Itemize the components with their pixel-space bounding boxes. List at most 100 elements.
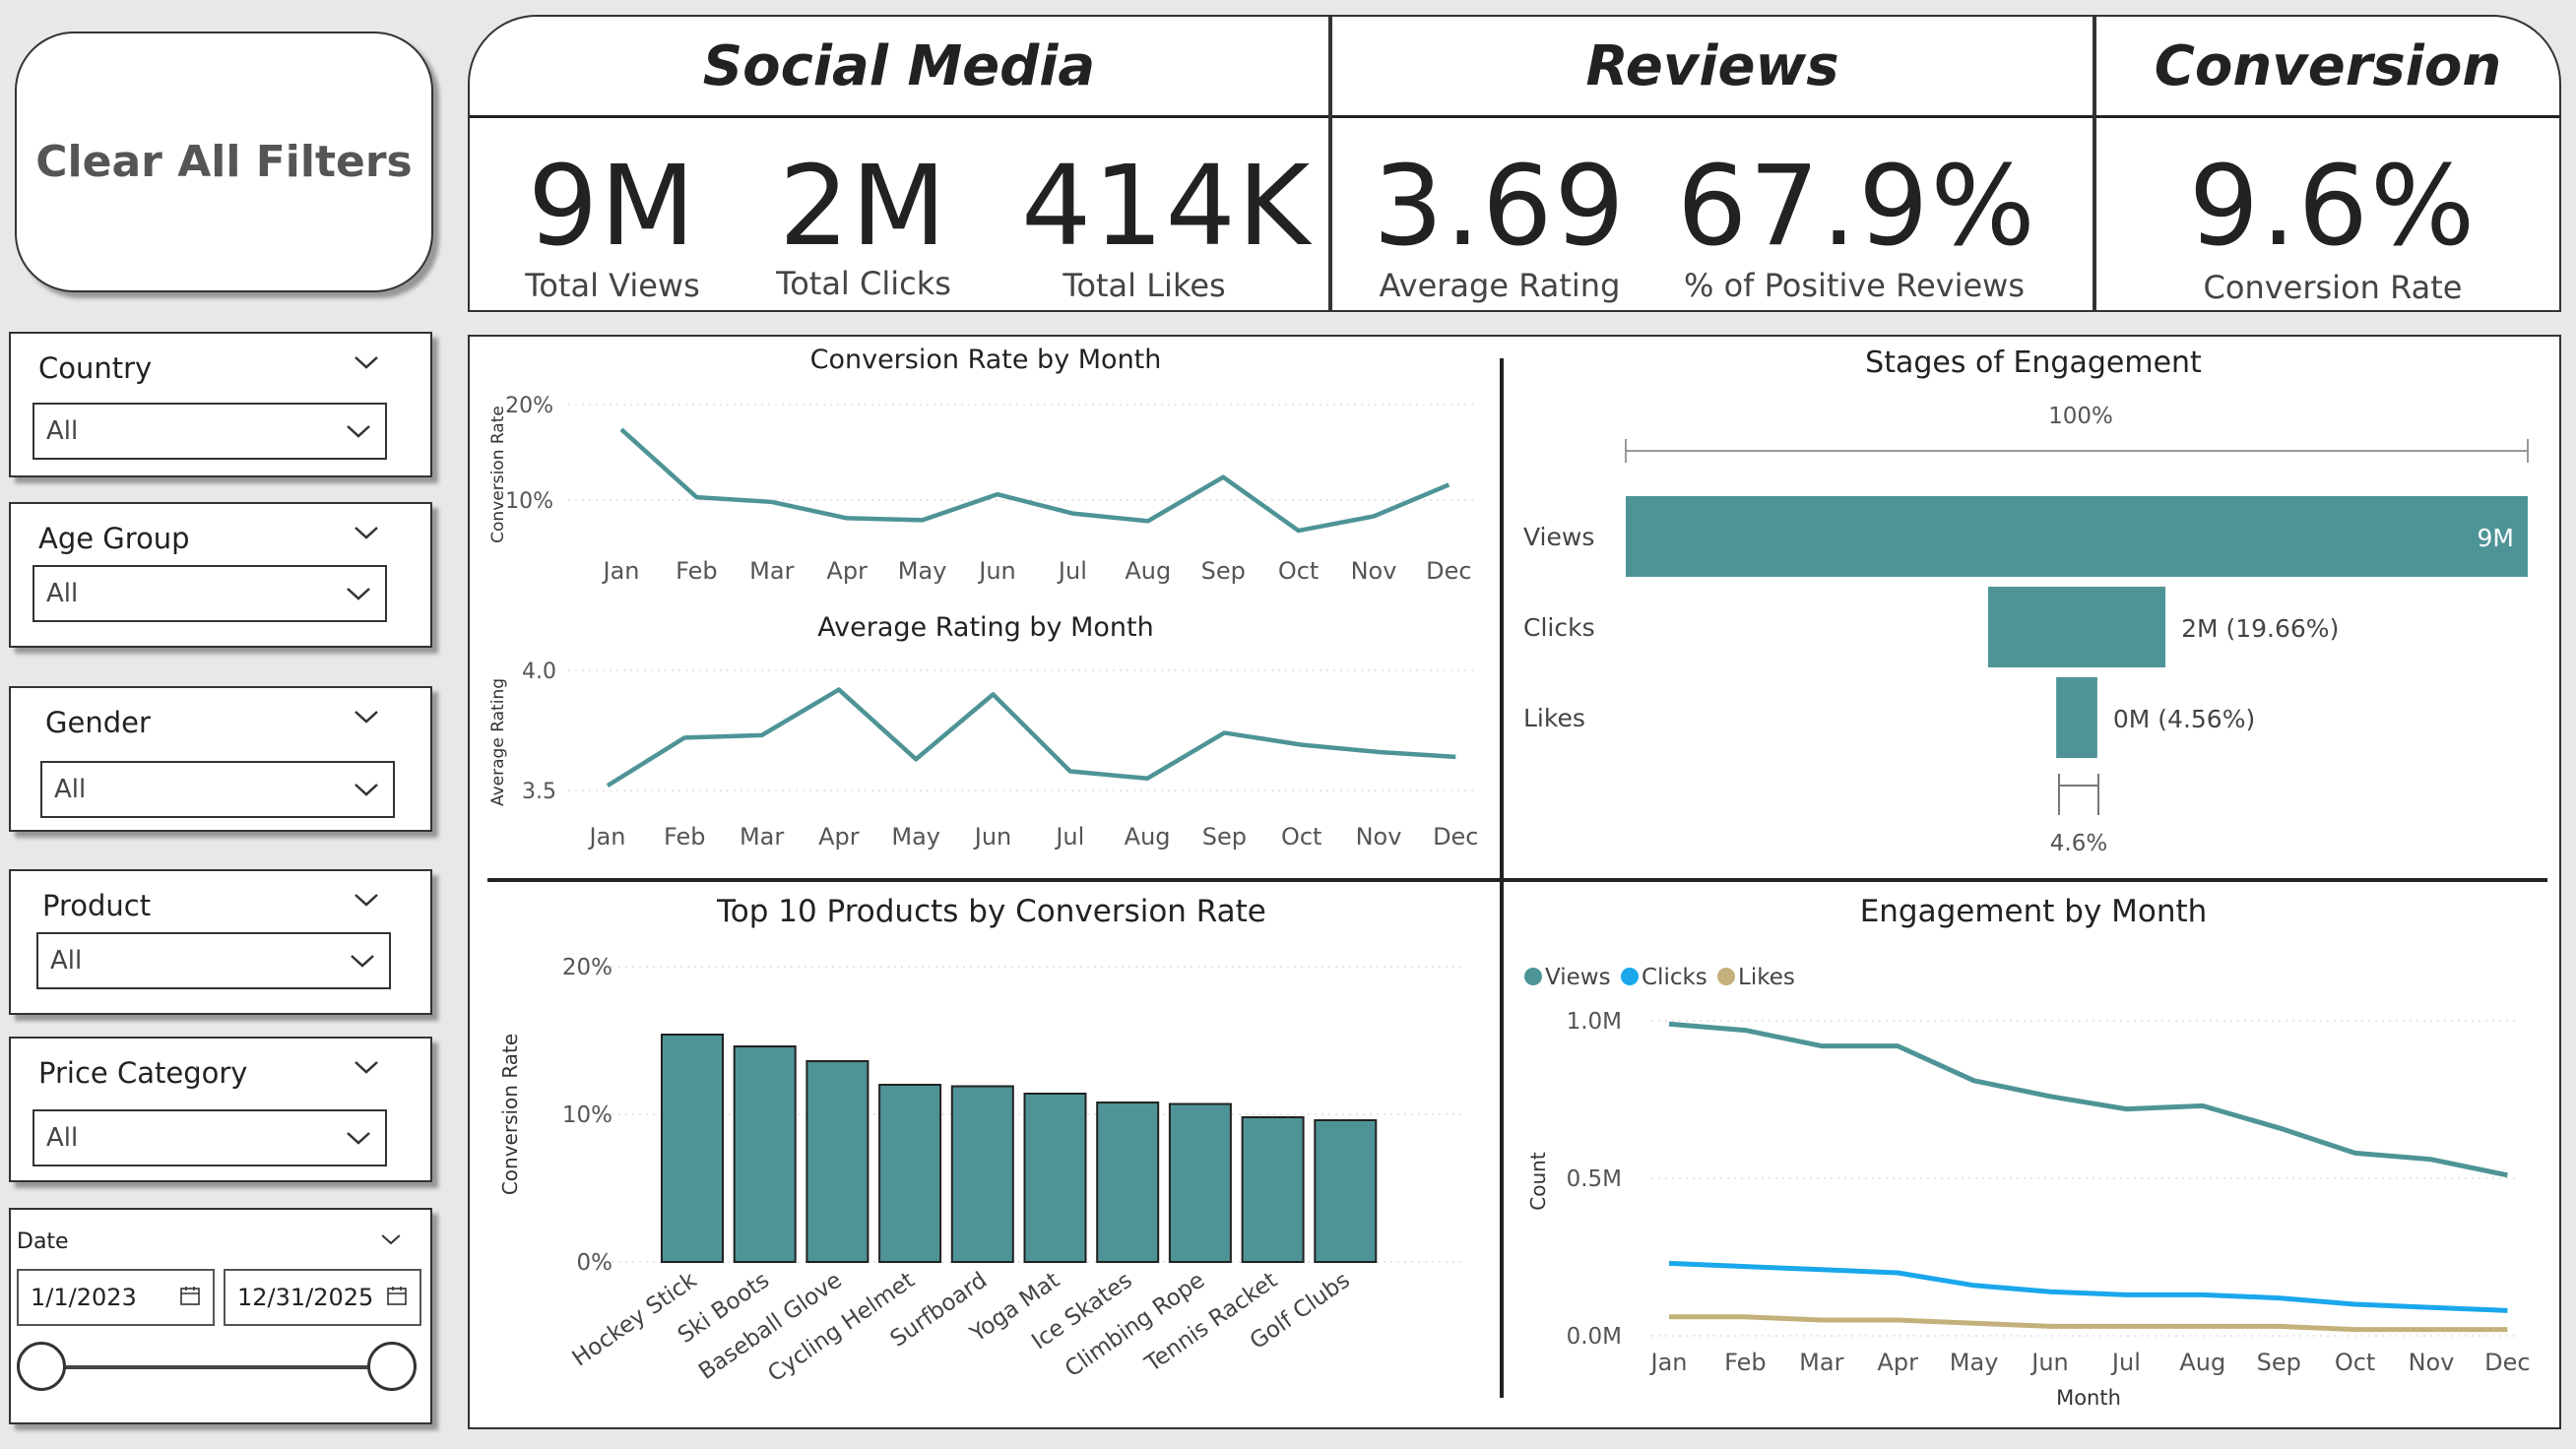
conversion-kpi-card: Conversion 9.6% Conversion Rate: [2094, 15, 2561, 312]
product-bar: [950, 1085, 1014, 1263]
start-date-input[interactable]: 1/1/2023: [17, 1269, 215, 1326]
chevron-down-icon: [351, 955, 374, 968]
x-tick-label: May: [1950, 1349, 1999, 1376]
top-products-chart[interactable]: Top 10 Products by Conversion Rate 0% 10% 2…: [498, 894, 1464, 1387]
x-tick-label: Jan: [602, 557, 640, 585]
conversion-rate-by-month-chart[interactable]: Conversion Rate by Month 10% 20%Conversion…: [488, 345, 1474, 585]
chevron-down-icon[interactable]: [379, 1228, 403, 1251]
x-tick-label: Nov: [1356, 823, 1402, 850]
x-tick-label: Jan: [1649, 1349, 1688, 1376]
funnel-bar: [1626, 496, 2528, 577]
x-tick-label: Aug: [2179, 1349, 2225, 1376]
calendar-icon[interactable]: [179, 1285, 201, 1306]
price-category-slicer-title: Price Category: [38, 1056, 248, 1090]
x-tick-label: Jun: [2029, 1349, 2069, 1376]
y-tick-label: 4.0: [522, 660, 556, 684]
end-date-input[interactable]: 12/31/2025: [224, 1269, 421, 1326]
total-clicks-label: Total Clicks: [776, 265, 951, 302]
total-likes-label: Total Likes: [1063, 267, 1226, 304]
total-views-value: 9M: [528, 143, 697, 271]
total-clicks-value: 2M: [779, 143, 948, 271]
x-tick-label: Dec: [1426, 557, 1471, 585]
gender-dropdown[interactable]: All: [40, 761, 395, 818]
product-bar: [1023, 1093, 1087, 1263]
y-tick-label: 20%: [562, 955, 612, 980]
x-tick-label: Apr: [1877, 1349, 1918, 1376]
product-bar: [1241, 1116, 1305, 1263]
chevron-down-icon[interactable]: [352, 518, 381, 547]
legend-marker: [1717, 968, 1735, 985]
chevron-down-icon[interactable]: [352, 347, 381, 377]
funnel-bar: [2056, 677, 2097, 758]
funnel-bottom-label: 4.6%: [2050, 831, 2107, 856]
funnel-data-label: 2M (19.66%): [2181, 614, 2339, 643]
x-tick-label: Feb: [664, 823, 706, 850]
date-range-start-handle[interactable]: [17, 1342, 66, 1391]
product-bar: [878, 1084, 942, 1263]
product-slicer: Product All: [9, 869, 432, 1015]
engagement-by-month-chart[interactable]: Engagement by Month Views Clicks Likes 0.0M 0…: [1524, 894, 2531, 1410]
average-rating-label: Average Rating: [1379, 267, 1621, 304]
funnel-category-label: Clicks: [1523, 613, 1595, 642]
product-bar: [661, 1034, 724, 1263]
clear-all-filters-button[interactable]: Clear All Filters: [15, 32, 433, 292]
funnel-data-label: 9M: [2478, 524, 2514, 552]
chevron-down-icon: [347, 425, 370, 438]
product-dropdown[interactable]: All: [36, 932, 391, 989]
x-tick-label: Aug: [1125, 557, 1171, 585]
y-tick-label: 20%: [505, 394, 553, 418]
gender-slicer-title: Gender: [45, 706, 151, 739]
x-tick-label: Jun: [973, 823, 1012, 850]
date-slicer-title: Date: [17, 1229, 69, 1254]
date-range-end-handle[interactable]: [367, 1342, 417, 1391]
age-group-slicer: Age Group All: [9, 502, 432, 648]
social-media-kpi-card: Social Media 9M Total Views 2M Total Cli…: [468, 15, 1330, 312]
country-dropdown[interactable]: All: [32, 403, 387, 460]
x-tick-label: Mar: [1799, 1349, 1843, 1376]
price-category-dropdown[interactable]: All: [32, 1109, 387, 1166]
product-bar: [733, 1045, 797, 1263]
funnel-bar: [1987, 587, 2166, 667]
date-range-track: [40, 1365, 395, 1369]
positive-reviews-label: % of Positive Reviews: [1684, 267, 2025, 304]
age-group-dropdown[interactable]: All: [32, 565, 387, 622]
conversion-title: Conversion: [2096, 17, 2559, 118]
series-line: [1669, 1314, 2508, 1333]
chart-title: Average Rating by Month: [817, 612, 1153, 643]
gender-slicer: Gender All: [9, 686, 432, 832]
stages-of-engagement-chart[interactable]: Stages of Engagement 100% Views 9M Clicks 2M …: [1523, 346, 2529, 856]
positive-reviews-value: 67.9%: [1677, 143, 2037, 271]
y-tick-label: 3.5: [522, 780, 556, 804]
chevron-down-icon[interactable]: [352, 702, 381, 731]
reviews-title: Reviews: [1332, 17, 2093, 118]
x-tick-label: Sep: [2257, 1349, 2301, 1376]
y-tick-label: 0%: [577, 1250, 613, 1276]
social-media-title: Social Media: [470, 17, 1328, 118]
country-slicer: Country All: [9, 332, 432, 477]
x-tick-label: Jul: [1054, 823, 1084, 850]
legend-marker: [1621, 968, 1639, 985]
calendar-icon[interactable]: [386, 1285, 408, 1306]
legend-label: Views: [1545, 965, 1611, 990]
end-date-value: 12/31/2025: [237, 1284, 374, 1311]
chevron-down-icon: [347, 588, 370, 600]
chevron-down-icon[interactable]: [352, 885, 381, 914]
total-likes-value: 414K: [1021, 143, 1313, 271]
x-tick-label: Hockey Stick: [568, 1267, 702, 1371]
gender-dropdown-value: All: [54, 775, 87, 804]
y-axis-label: Count: [1526, 1152, 1550, 1211]
average-rating-value: 3.69: [1373, 143, 1627, 271]
price-category-slicer: Price Category All: [9, 1037, 432, 1182]
average-rating-by-month-chart[interactable]: Average Rating by Month 3.5 4.0 Average Rat…: [488, 612, 1479, 850]
x-tick-label: Apr: [818, 823, 860, 850]
reviews-kpi-card: Reviews 3.69 Average Rating 67.9% % of P…: [1330, 15, 2094, 312]
chevron-down-icon[interactable]: [352, 1052, 381, 1082]
product-dropdown-value: All: [50, 946, 83, 976]
product-bar: [1314, 1119, 1378, 1263]
x-tick-label: Mar: [749, 557, 794, 585]
x-tick-label: Apr: [826, 557, 868, 585]
country-slicer-title: Country: [38, 351, 153, 385]
x-tick-label: Oct: [2335, 1349, 2376, 1376]
x-tick-label: Jun: [977, 557, 1016, 585]
y-axis-label: Conversion Rate: [498, 1034, 522, 1195]
